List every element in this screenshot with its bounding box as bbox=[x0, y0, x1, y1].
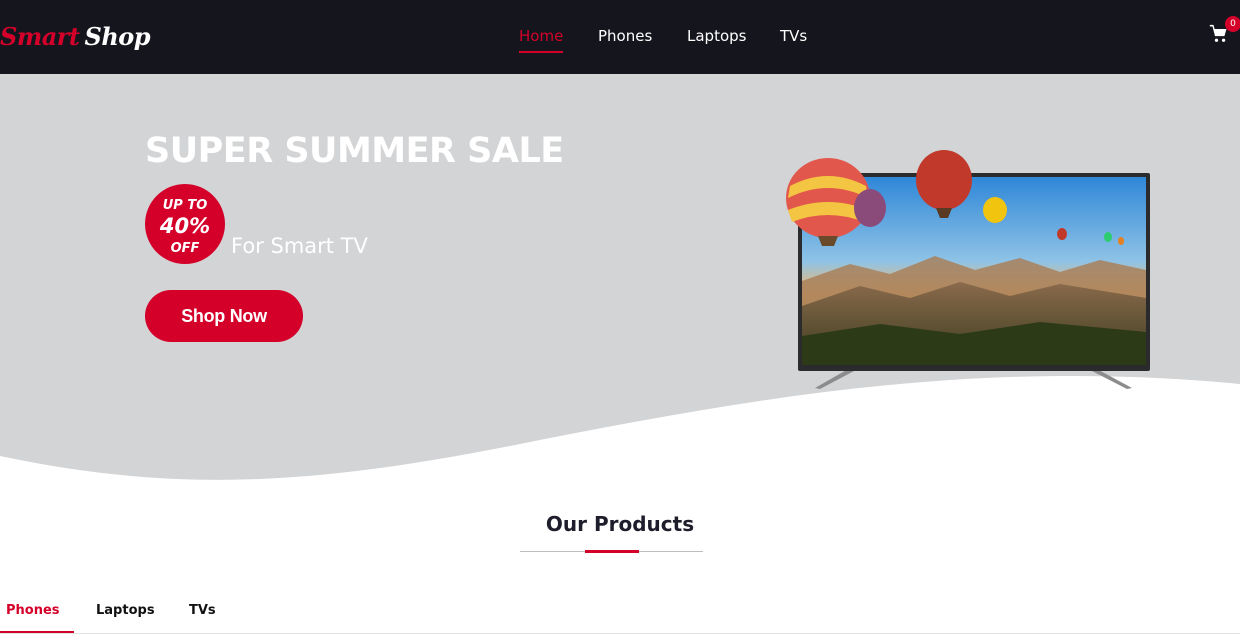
hero-title: SUPER SUMMER SALE bbox=[145, 131, 564, 171]
discount-badge: UP TO 40% OFF bbox=[145, 184, 225, 264]
nav-link-tvs[interactable]: TVs bbox=[780, 27, 807, 45]
tab-laptops[interactable]: Laptops bbox=[96, 603, 155, 618]
product-category-tabs: Phones Laptops TVs bbox=[0, 594, 1240, 634]
nav-link-home[interactable]: Home bbox=[519, 27, 564, 53]
active-tab-indicator bbox=[0, 631, 74, 633]
nav-link-phones[interactable]: Phones bbox=[598, 27, 652, 45]
hero-subtitle: For Smart TV bbox=[231, 234, 368, 258]
section-title-accent bbox=[585, 550, 639, 553]
tab-tvs[interactable]: TVs bbox=[189, 603, 216, 618]
nav-link-laptops[interactable]: Laptops bbox=[687, 27, 746, 45]
shop-now-button[interactable]: Shop Now bbox=[145, 290, 303, 342]
section-title-our-products: Our Products bbox=[545, 512, 695, 536]
badge-line-1: UP TO bbox=[162, 198, 208, 213]
cart-count-badge: 0 bbox=[1225, 16, 1240, 32]
cart-button[interactable]: 0 bbox=[1209, 16, 1240, 46]
tab-phones[interactable]: Phones bbox=[6, 603, 60, 618]
hero-banner: SUPER SUMMER SALE UP TO 40% OFF For Smar… bbox=[0, 74, 1240, 494]
navbar: Smart Shop Home Phones Laptops TVs 0 bbox=[0, 0, 1240, 74]
badge-percent: 40% bbox=[159, 214, 211, 238]
smart-tv-image bbox=[786, 150, 1150, 389]
main-nav: Home Phones Laptops TVs bbox=[0, 27, 1240, 53]
badge-line-3: OFF bbox=[170, 241, 200, 256]
